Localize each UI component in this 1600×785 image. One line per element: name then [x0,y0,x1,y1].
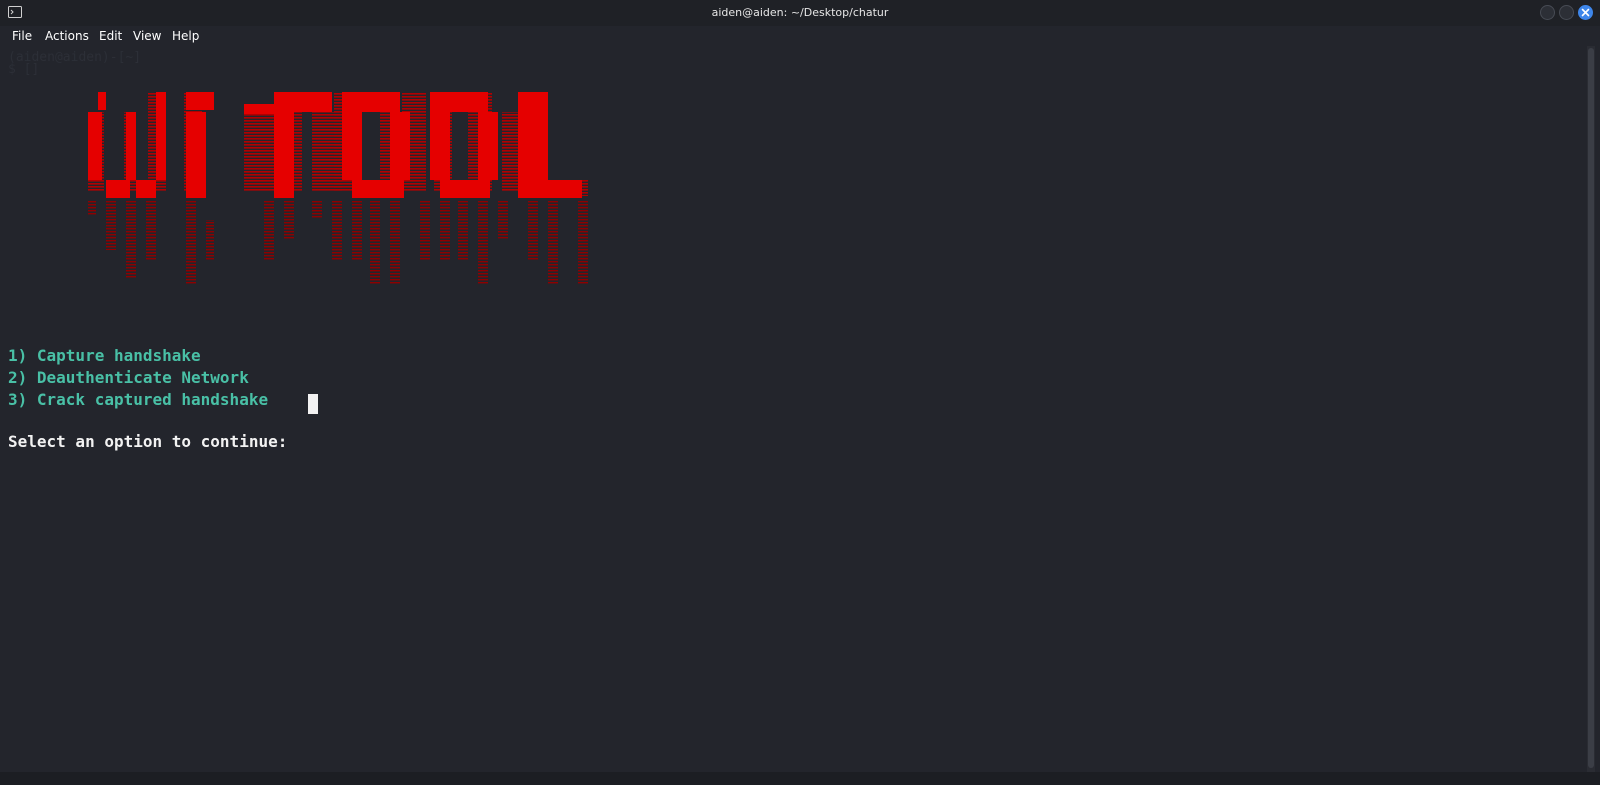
terminal-output[interactable]: (aiden@aiden)-[~] $ [] 1) Capture handsh… [0,46,1586,772]
menu-file[interactable]: File [12,26,32,46]
window-title: aiden@aiden: ~/Desktop/chatur [711,6,889,19]
menu-edit[interactable]: Edit [99,26,122,46]
menu-actions[interactable]: Actions [45,26,89,46]
menu-option-capture: 1) Capture handshake [8,346,201,365]
vertical-scrollbar[interactable] [1587,46,1595,772]
terminal-window: aiden@aiden: ~/Desktop/chatur File Actio… [0,0,1600,785]
menu-help[interactable]: Help [172,26,199,46]
window-bottom-edge [0,772,1600,785]
minimize-button[interactable] [1540,5,1555,20]
scrollbar-thumb[interactable] [1588,48,1594,768]
menu-option-deauth: 2) Deauthenticate Network [8,368,249,387]
title-bar[interactable]: aiden@aiden: ~/Desktop/chatur [0,0,1600,26]
ascii-art-banner [88,92,588,285]
close-button[interactable] [1578,5,1593,20]
maximize-button[interactable] [1559,5,1574,20]
menu-view[interactable]: View [133,26,161,46]
menu-option-crack: 3) Crack captured handshake [8,390,269,409]
menu-bar: File Actions Edit View Help [0,26,1600,46]
previous-prompt-command: $ [] [8,62,40,77]
input-prompt: Select an option to continue: [8,432,297,451]
text-cursor[interactable] [308,394,318,414]
banner-drip-layer [88,200,588,285]
close-icon [1581,8,1590,17]
